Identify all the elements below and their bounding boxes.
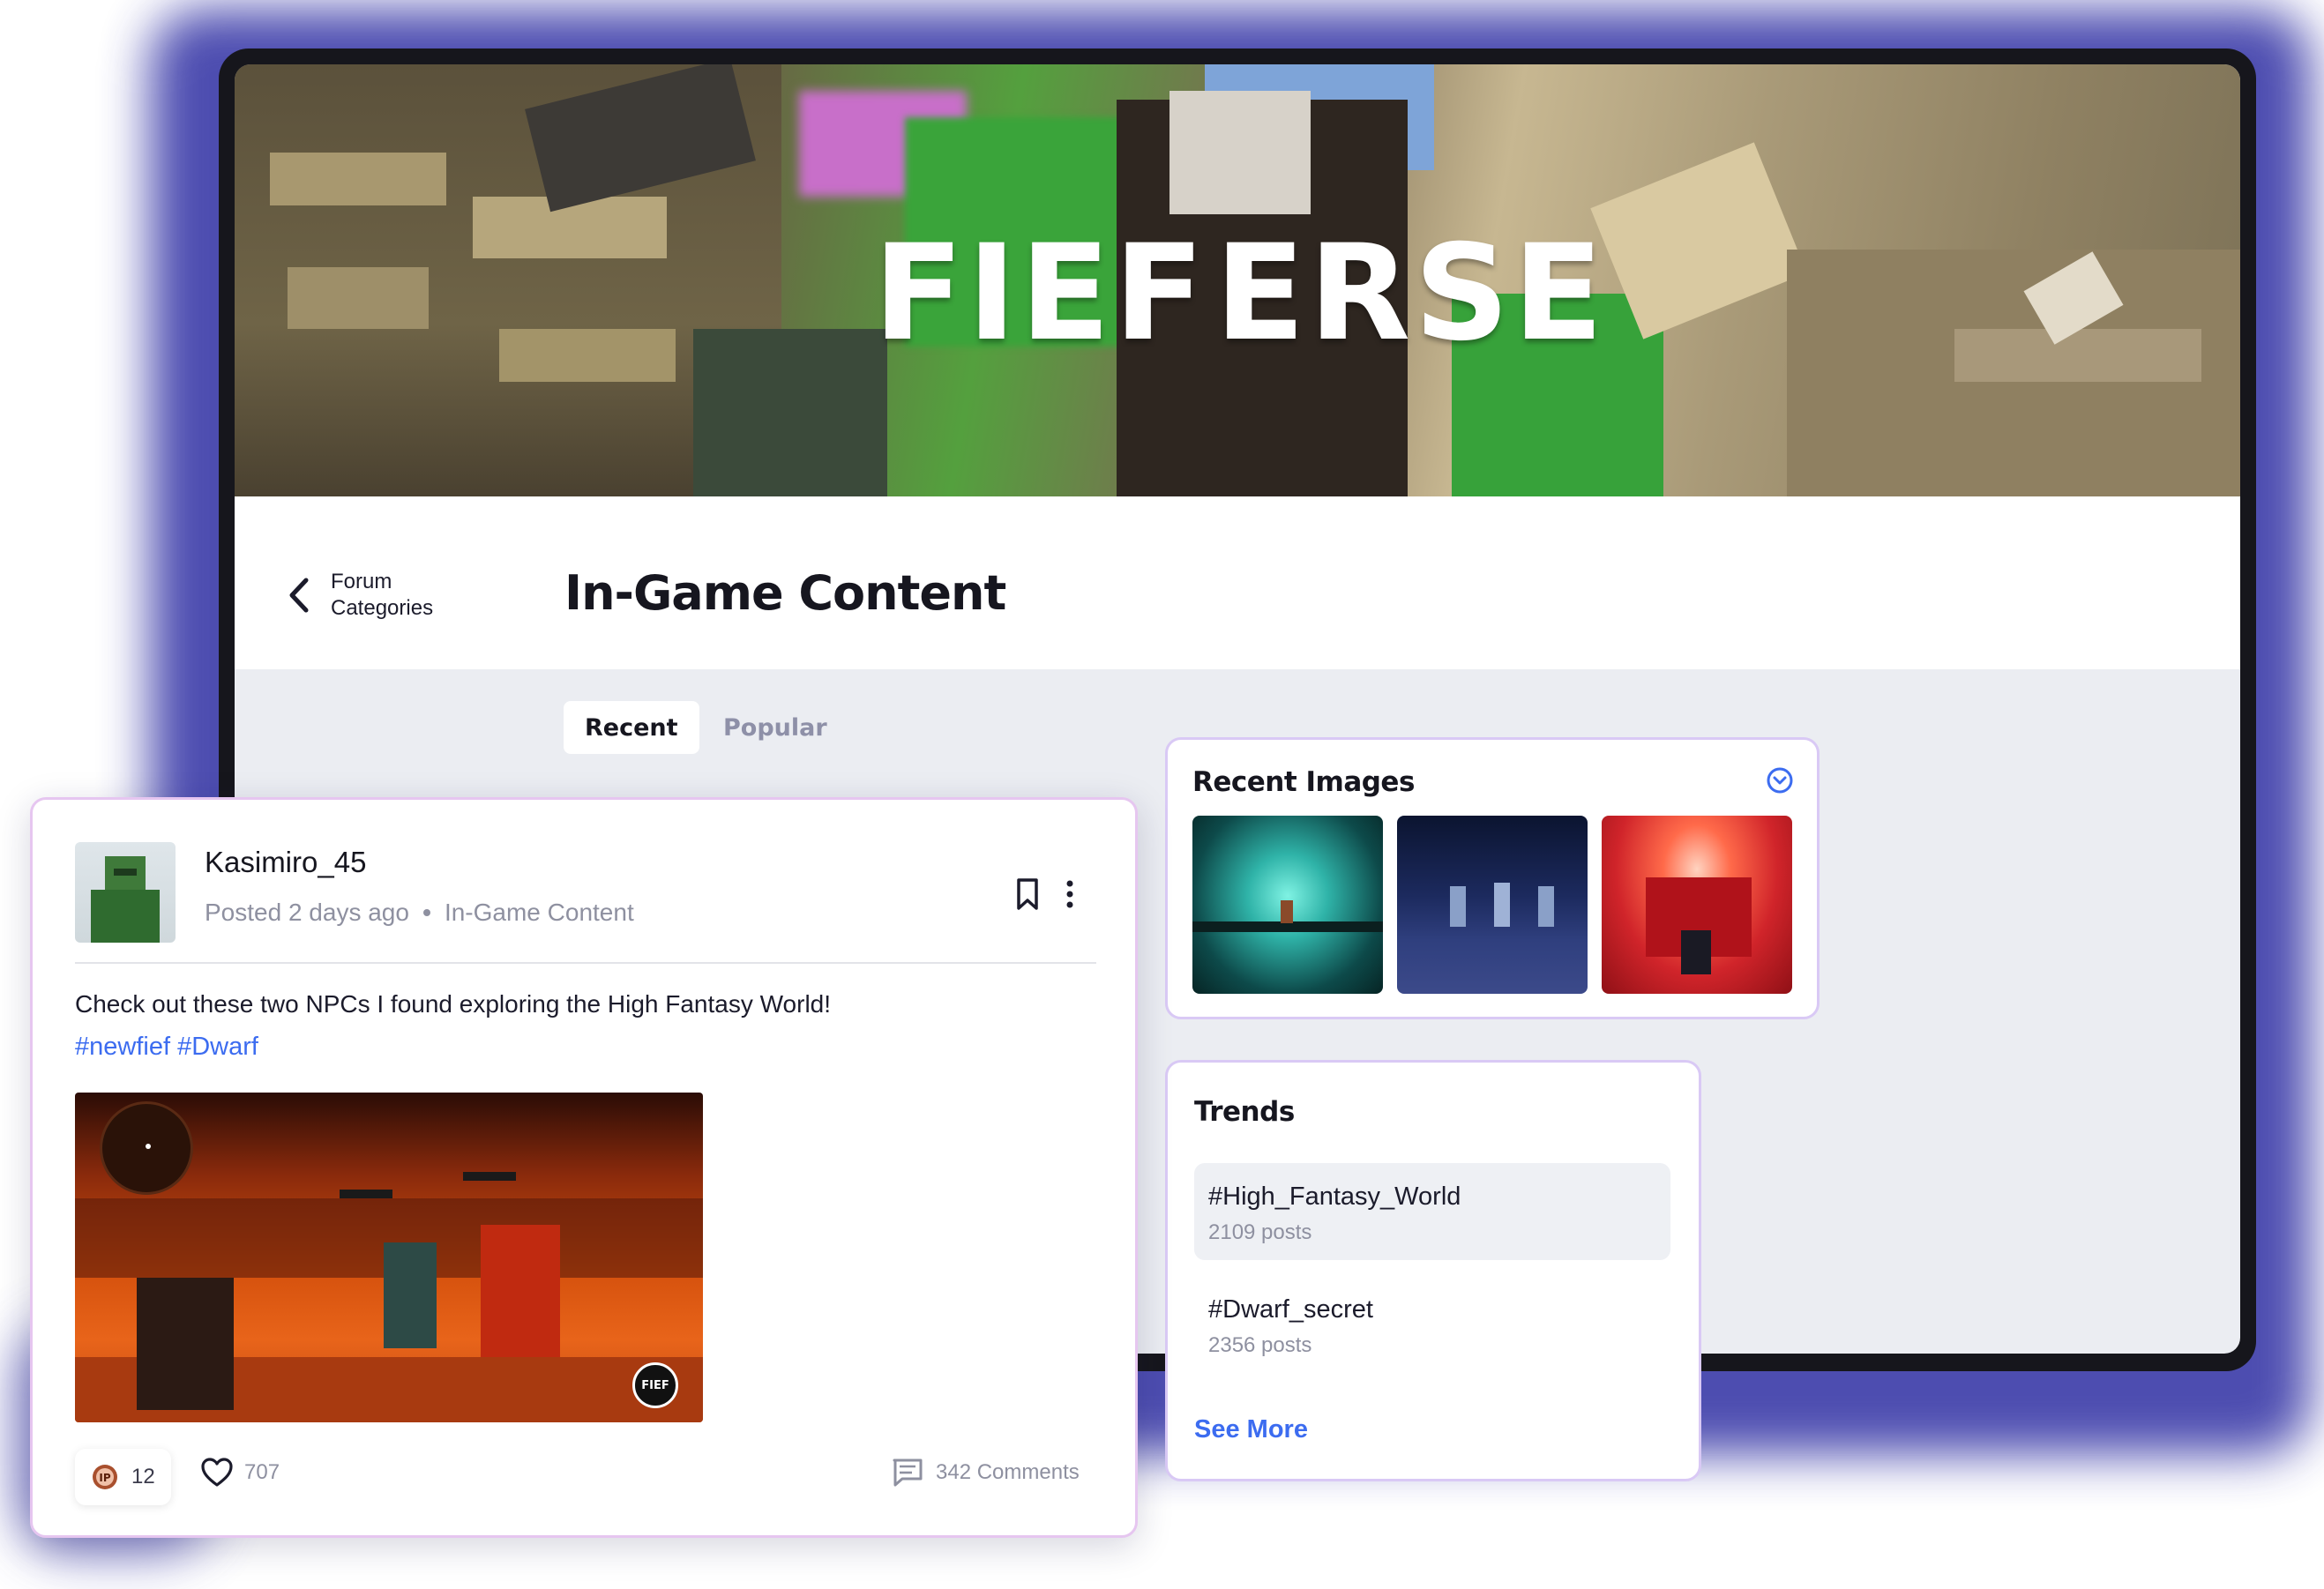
recent-image-thumb-red[interactable] [1602, 816, 1792, 994]
post-category-link[interactable]: In-Game Content [445, 899, 634, 927]
reaction-count: 12 [131, 1465, 155, 1488]
trend-item[interactable]: #Dwarf_secret 2356 posts [1194, 1276, 1670, 1373]
trend-item[interactable]: #High_Fantasy_World 2109 posts [1194, 1163, 1670, 1260]
reaction-button[interactable]: IP 12 [75, 1449, 171, 1505]
recent-image-thumb-night[interactable] [1397, 816, 1588, 994]
post-time: Posted 2 days ago [205, 899, 409, 926]
like-button[interactable]: 707 [200, 1458, 280, 1488]
logo-text-right: ERSE [1214, 217, 1607, 370]
trends-title: Trends [1194, 1096, 1295, 1128]
comments-link[interactable]: 342 Comments [892, 1458, 1080, 1488]
bookmark-icon[interactable] [1013, 877, 1042, 912]
back-label-line1: Forum [331, 570, 392, 593]
post-card: Kasimiro_45 Posted 2 days ago In-Game Co… [30, 797, 1138, 1538]
fief-badge-text: FIEF [641, 1378, 669, 1392]
back-label: Forum Categories [331, 569, 433, 622]
like-count: 707 [244, 1460, 280, 1484]
page-header: Forum Categories In-Game Content [235, 496, 2240, 669]
hero-banner: FIEF ERSE [235, 64, 2240, 496]
post-hashtags: #newfief #Dwarf [75, 1033, 258, 1062]
post-meta: Posted 2 days ago In-Game Content [205, 899, 634, 927]
post-body-text: Check out these two NPCs I found explori… [75, 990, 832, 1018]
page-title: In-Game Content [564, 565, 1006, 621]
hashtag-link[interactable]: #newfief [75, 1033, 170, 1061]
chevron-down-circle-icon[interactable] [1766, 766, 1794, 794]
trends-card: Trends #High_Fantasy_World 2109 posts #D… [1165, 1060, 1701, 1481]
chevron-left-icon [289, 578, 309, 613]
recent-image-thumb-cave[interactable] [1192, 816, 1383, 994]
svg-text:IP: IP [99, 1472, 110, 1484]
recent-images-title: Recent Images [1192, 766, 1415, 798]
trend-count: 2109 posts [1208, 1220, 1312, 1244]
back-to-forum-categories-link[interactable]: Forum Categories [283, 567, 460, 623]
post-username[interactable]: Kasimiro_45 [205, 846, 366, 879]
more-options-icon[interactable] [1061, 877, 1079, 912]
see-more-link[interactable]: See More [1194, 1415, 1308, 1444]
back-label-line2: Categories [331, 596, 434, 620]
divider [75, 962, 1096, 964]
tab-popular[interactable]: Popular [702, 701, 848, 754]
trend-tag: #High_Fantasy_World [1208, 1182, 1461, 1211]
fiefverse-logo: FIEF ERSE [873, 205, 1603, 382]
hashtag-link[interactable]: #Dwarf [177, 1033, 258, 1061]
comment-count: 342 Comments [936, 1460, 1080, 1484]
fief-token-icon: IP [93, 1465, 117, 1489]
heart-icon [201, 1458, 233, 1487]
separator-dot [422, 909, 430, 916]
trend-tag: #Dwarf_secret [1208, 1295, 1373, 1324]
logo-text-left: FIEF [873, 217, 1208, 370]
tab-recent[interactable]: Recent [564, 701, 699, 754]
post-image[interactable]: FIEF [75, 1093, 703, 1422]
trend-count: 2356 posts [1208, 1333, 1312, 1357]
recent-images-card: Recent Images [1165, 737, 1820, 1019]
comment-icon [893, 1458, 923, 1487]
fief-badge: FIEF [632, 1362, 678, 1408]
avatar[interactable] [75, 842, 176, 943]
